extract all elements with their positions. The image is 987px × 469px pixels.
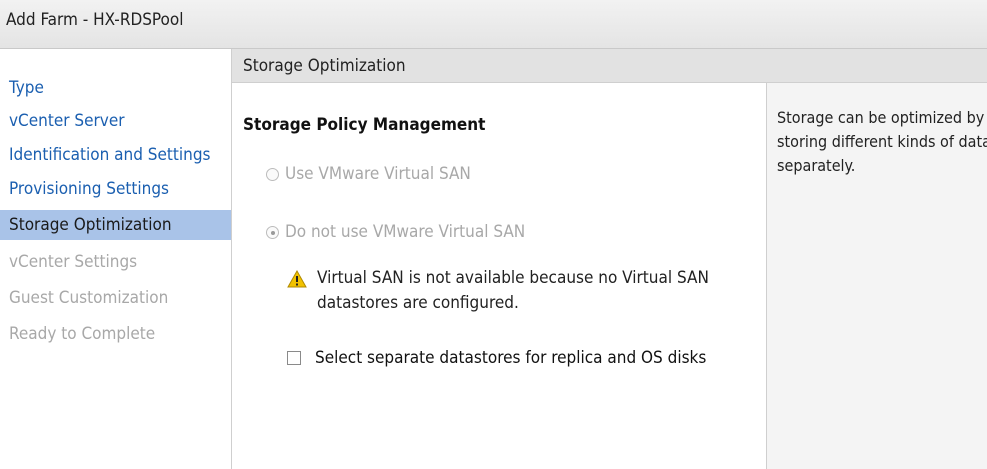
warning-text: Virtual SAN is not available because no … bbox=[317, 268, 709, 313]
use-vsan-option: Use VMware Virtual SAN bbox=[266, 162, 471, 186]
main-content: Storage Policy Management Use VMware Vir… bbox=[232, 83, 767, 469]
sidebar-item-storage-optimization[interactable]: Storage Optimization bbox=[0, 210, 231, 240]
wizard-steps-sidebar: Type vCenter Server Identification and S… bbox=[0, 49, 232, 469]
help-panel: Storage can be optimized by storing diff… bbox=[767, 83, 987, 469]
sidebar-item-identification-settings[interactable]: Identification and Settings bbox=[0, 140, 231, 170]
use-vsan-radio bbox=[266, 168, 279, 181]
window-title: Add Farm - HX-RDSPool bbox=[6, 10, 184, 30]
use-vsan-label: Use VMware Virtual SAN bbox=[285, 164, 471, 184]
sidebar-item-vcenter-settings: vCenter Settings bbox=[9, 252, 138, 272]
page-title: Storage Optimization bbox=[243, 56, 406, 76]
no-vsan-option: Do not use VMware Virtual SAN bbox=[266, 220, 525, 244]
sidebar-item-type[interactable]: Type bbox=[0, 73, 231, 103]
warning-icon bbox=[287, 270, 307, 288]
window-titlebar: Add Farm - HX-RDSPool bbox=[0, 0, 987, 49]
page-header: Storage Optimization bbox=[232, 49, 987, 83]
sidebar-item-vcenter-server[interactable]: vCenter Server bbox=[0, 106, 231, 136]
sidebar-item-ready-to-complete: Ready to Complete bbox=[9, 324, 156, 344]
separate-datastores-option[interactable]: Select separate datastores for replica a… bbox=[287, 346, 706, 370]
help-text: Storage can be optimized by storing diff… bbox=[777, 108, 987, 175]
separate-datastores-label[interactable]: Select separate datastores for replica a… bbox=[315, 348, 706, 368]
sidebar-item-provisioning-settings[interactable]: Provisioning Settings bbox=[0, 174, 231, 204]
sidebar-item-guest-customization: Guest Customization bbox=[9, 288, 169, 308]
separate-datastores-checkbox[interactable] bbox=[287, 351, 301, 365]
section-title: Storage Policy Management bbox=[243, 115, 486, 135]
no-vsan-radio bbox=[266, 226, 279, 239]
no-vsan-label: Do not use VMware Virtual SAN bbox=[285, 222, 526, 242]
